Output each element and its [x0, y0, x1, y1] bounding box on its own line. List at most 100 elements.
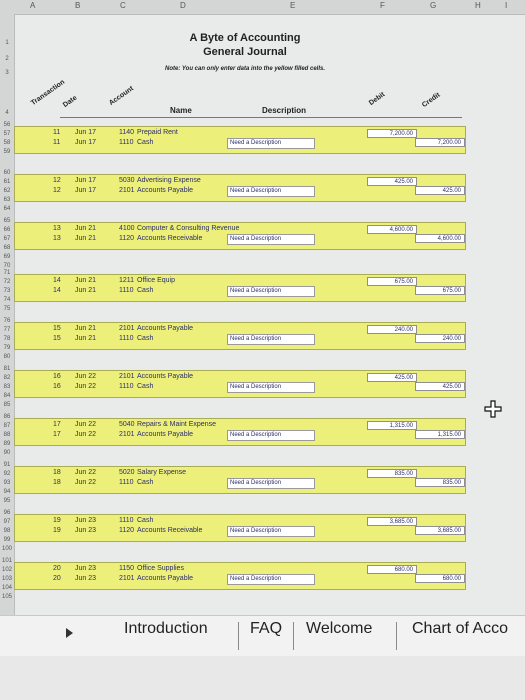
date-cell[interactable]: Jun 17: [75, 187, 96, 194]
row-number[interactable]: 100: [0, 546, 14, 552]
row-number[interactable]: 97: [0, 519, 14, 525]
date-cell[interactable]: Jun 23: [75, 565, 96, 572]
account-name[interactable]: Cash: [137, 287, 153, 294]
row-number[interactable]: 75: [0, 306, 14, 312]
debit-amount[interactable]: 240.00: [367, 325, 417, 334]
transaction-number[interactable]: 15: [53, 325, 61, 332]
transaction-number[interactable]: 17: [53, 421, 61, 428]
journal-entry[interactable]: 11 11 Jun 17 Jun 17 1140 1110 Prepaid Rent Cash…: [14, 126, 466, 154]
account-number[interactable]: 2101: [119, 373, 135, 380]
row-number[interactable]: 4: [0, 110, 14, 116]
tab-chart-of-accounts[interactable]: Chart of Acco: [412, 620, 508, 638]
date-cell[interactable]: Jun 17: [75, 177, 96, 184]
account-name[interactable]: Office Equip: [137, 277, 175, 284]
column-i[interactable]: I: [505, 1, 507, 10]
journal-entry[interactable]: 15 15 Jun 21 Jun 21 2101 1110 Accounts Payable…: [14, 322, 466, 350]
row-number[interactable]: 71: [0, 270, 14, 276]
account-number[interactable]: 2101: [119, 187, 135, 194]
transaction-number[interactable]: 14: [53, 287, 61, 294]
debit-amount[interactable]: 425.00: [367, 177, 417, 186]
debit-amount[interactable]: 1,315.00: [367, 421, 417, 430]
column-b[interactable]: B: [75, 1, 80, 10]
date-cell[interactable]: Jun 23: [75, 517, 96, 524]
transaction-number[interactable]: 12: [53, 187, 61, 194]
row-number[interactable]: 88: [0, 432, 14, 438]
account-name[interactable]: Accounts Receivable: [137, 527, 202, 534]
date-cell[interactable]: Jun 22: [75, 373, 96, 380]
row-number[interactable]: 80: [0, 354, 14, 360]
description-field[interactable]: Need a Description: [227, 334, 315, 345]
description-field[interactable]: Need a Description: [227, 382, 315, 393]
debit-amount[interactable]: 4,600.00: [367, 225, 417, 234]
column-e[interactable]: E: [290, 1, 295, 10]
account-name[interactable]: Computer & Consulting Revenue: [137, 225, 239, 232]
journal-entry[interactable]: 16 16 Jun 22 Jun 22 2101 1110 Accounts Payable…: [14, 370, 466, 398]
account-name[interactable]: Cash: [137, 383, 153, 390]
account-name[interactable]: Salary Expense: [137, 469, 186, 476]
date-cell[interactable]: Jun 22: [75, 479, 96, 486]
date-cell[interactable]: Jun 22: [75, 421, 96, 428]
row-number[interactable]: 69: [0, 254, 14, 260]
account-name[interactable]: Cash: [137, 335, 153, 342]
account-name[interactable]: Accounts Payable: [137, 431, 193, 438]
date-cell[interactable]: Jun 21: [75, 335, 96, 342]
description-field[interactable]: Need a Description: [227, 234, 315, 245]
account-name[interactable]: Accounts Payable: [137, 325, 193, 332]
journal-entry[interactable]: 18 18 Jun 22 Jun 22 5020 1110 Salary Expense Ca…: [14, 466, 466, 494]
date-cell[interactable]: Jun 21: [75, 225, 96, 232]
transaction-number[interactable]: 11: [53, 139, 60, 146]
row-number[interactable]: 105: [0, 594, 14, 600]
row-number[interactable]: 76: [0, 318, 14, 324]
account-number[interactable]: 1120: [119, 527, 134, 534]
row-number[interactable]: 96: [0, 510, 14, 516]
transaction-number[interactable]: 15: [53, 335, 61, 342]
account-number[interactable]: 1120: [119, 235, 134, 242]
row-number[interactable]: 66: [0, 227, 14, 233]
row-number[interactable]: 81: [0, 366, 14, 372]
account-number[interactable]: 1110: [119, 139, 134, 146]
account-name[interactable]: Office Supplies: [137, 565, 184, 572]
transaction-number[interactable]: 16: [53, 373, 61, 380]
description-field[interactable]: Need a Description: [227, 430, 315, 441]
row-number[interactable]: 98: [0, 528, 14, 534]
account-number[interactable]: 2101: [119, 431, 135, 438]
column-f[interactable]: F: [380, 1, 385, 10]
journal-entry[interactable]: 12 12 Jun 17 Jun 17 5030 2101 Advertising Expe…: [14, 174, 466, 202]
transaction-number[interactable]: 18: [53, 469, 61, 476]
column-d[interactable]: D: [180, 1, 186, 10]
description-field[interactable]: Need a Description: [227, 286, 315, 297]
journal-entry[interactable]: 19 19 Jun 23 Jun 23 1110 1120 Cash Accounts Rec…: [14, 514, 466, 542]
transaction-number[interactable]: 16: [53, 383, 61, 390]
credit-amount[interactable]: 1,315.00: [415, 430, 465, 439]
transaction-number[interactable]: 13: [53, 225, 61, 232]
row-number[interactable]: 2: [0, 56, 14, 62]
row-number[interactable]: 61: [0, 179, 14, 185]
row-number[interactable]: 93: [0, 480, 14, 486]
account-name[interactable]: Prepaid Rent: [137, 129, 178, 136]
description-field[interactable]: Need a Description: [227, 526, 315, 537]
date-cell[interactable]: Jun 21: [75, 277, 96, 284]
account-number[interactable]: 2101: [119, 575, 135, 582]
row-number[interactable]: 101: [0, 558, 14, 564]
debit-amount[interactable]: 835.00: [367, 469, 417, 478]
date-cell[interactable]: Jun 17: [75, 139, 96, 146]
row-number[interactable]: 63: [0, 197, 14, 203]
row-number[interactable]: 82: [0, 375, 14, 381]
journal-entry[interactable]: 20 20 Jun 23 Jun 23 1150 2101 Office Supplies A…: [14, 562, 466, 590]
account-name[interactable]: Cash: [137, 479, 153, 486]
credit-amount[interactable]: 4,600.00: [415, 234, 465, 243]
journal-entry[interactable]: 13 13 Jun 21 Jun 21 4100 1120 Computer & Consu…: [14, 222, 466, 250]
account-number[interactable]: 1110: [119, 383, 134, 390]
transaction-number[interactable]: 17: [53, 431, 61, 438]
transaction-number[interactable]: 13: [53, 235, 61, 242]
account-name[interactable]: Accounts Payable: [137, 575, 193, 582]
row-number[interactable]: 83: [0, 384, 14, 390]
description-field[interactable]: Need a Description: [227, 138, 315, 149]
account-number[interactable]: 1150: [119, 565, 134, 572]
row-number[interactable]: 77: [0, 327, 14, 333]
row-number[interactable]: 57: [0, 131, 14, 137]
row-number[interactable]: 94: [0, 489, 14, 495]
credit-amount[interactable]: 425.00: [415, 186, 465, 195]
account-number[interactable]: 1211: [119, 277, 134, 284]
row-number[interactable]: 84: [0, 393, 14, 399]
